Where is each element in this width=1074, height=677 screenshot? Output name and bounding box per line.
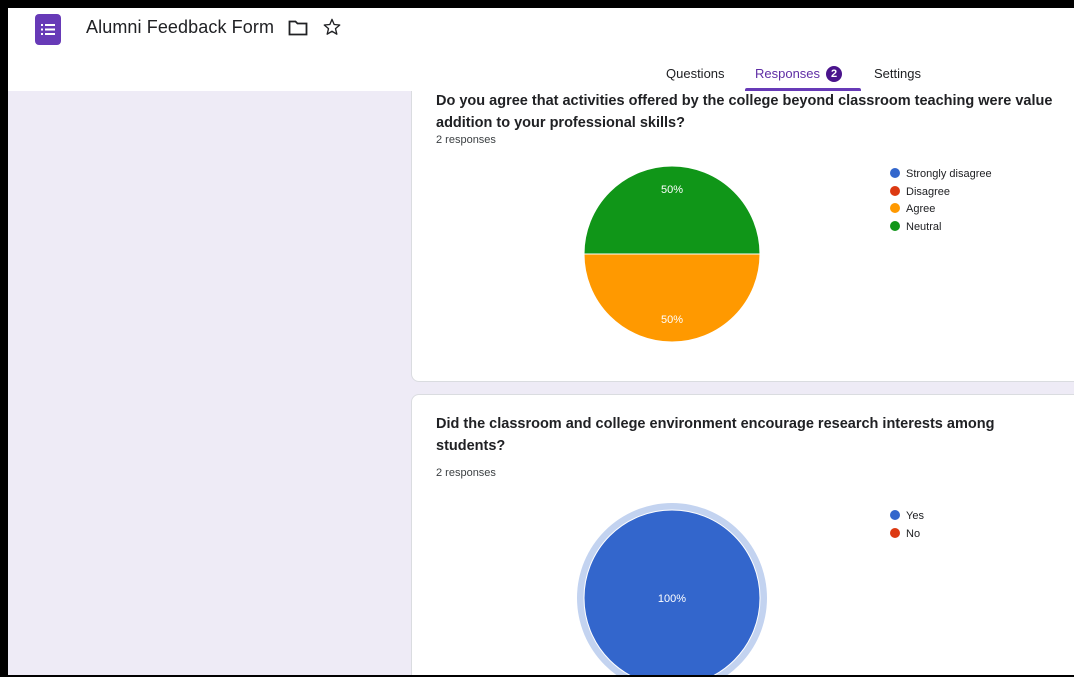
tab-questions[interactable]: Questions	[666, 66, 725, 81]
form-title[interactable]: Alumni Feedback Form	[86, 17, 274, 38]
tab-settings[interactable]: Settings	[874, 66, 921, 81]
header: Alumni Feedback Form Questions Responses…	[8, 8, 1074, 92]
legend-swatch	[890, 527, 900, 538]
legend-swatch	[890, 203, 900, 213]
legend-label: No	[906, 527, 921, 540]
legend-label: Strongly disagree	[906, 168, 992, 180]
chart-legend: Yes No	[890, 508, 924, 543]
forms-list-icon[interactable]	[35, 14, 61, 45]
legend-item[interactable]: Disagree	[890, 184, 992, 202]
legend-item[interactable]: Yes	[890, 508, 924, 526]
slice-percent-label: 100%	[658, 593, 686, 605]
responses-count-badge: 2	[826, 66, 843, 82]
question-title: Do you agree that activities offered by …	[436, 93, 1053, 131]
pie-chart: 50% 50%	[583, 165, 761, 343]
chart-legend: Strongly disagree Disagree Agree Neutral	[890, 166, 992, 236]
legend-swatch	[890, 168, 900, 178]
legend-item[interactable]: Agree	[890, 201, 992, 219]
response-count: 2 responses	[436, 467, 496, 479]
pie-chart: 100%	[577, 503, 767, 675]
tab-questions-label: Questions	[666, 66, 725, 81]
legend-swatch	[890, 220, 900, 231]
pie-slice-agree[interactable]	[583, 253, 761, 343]
responses-panel[interactable]: Do you agree that activities offered by …	[8, 91, 1074, 675]
folder-icon[interactable]	[288, 19, 308, 41]
slice-percent-label: 50%	[661, 314, 683, 326]
response-count: 2 responses	[436, 134, 496, 146]
question-title: Did the classroom and college environmen…	[436, 416, 995, 454]
legend-label: Agree	[906, 203, 936, 215]
legend-label: Neutral	[906, 220, 942, 233]
app-window: Alumni Feedback Form Questions Responses…	[8, 8, 1074, 675]
tab-bar: Questions Responses 2 Settings	[8, 66, 1074, 91]
tab-responses[interactable]: Responses 2	[755, 66, 843, 82]
question-summary-card: Did the classroom and college environmen…	[411, 394, 1074, 675]
pie-slice-neutral[interactable]	[583, 165, 761, 255]
star-outline-icon[interactable]	[322, 17, 342, 42]
tab-responses-label: Responses	[755, 66, 821, 81]
slice-percent-label: 50%	[661, 184, 683, 196]
legend-swatch	[890, 510, 900, 520]
legend-item[interactable]: Neutral	[890, 219, 992, 237]
question-summary-card: Do you agree that activities offered by …	[411, 91, 1074, 382]
tab-settings-label: Settings	[874, 66, 921, 81]
legend-swatch	[890, 185, 900, 196]
legend-label: Disagree	[906, 185, 951, 198]
legend-label: Yes	[906, 510, 924, 522]
legend-item[interactable]: Strongly disagree	[890, 166, 992, 184]
legend-item[interactable]: No	[890, 526, 924, 544]
